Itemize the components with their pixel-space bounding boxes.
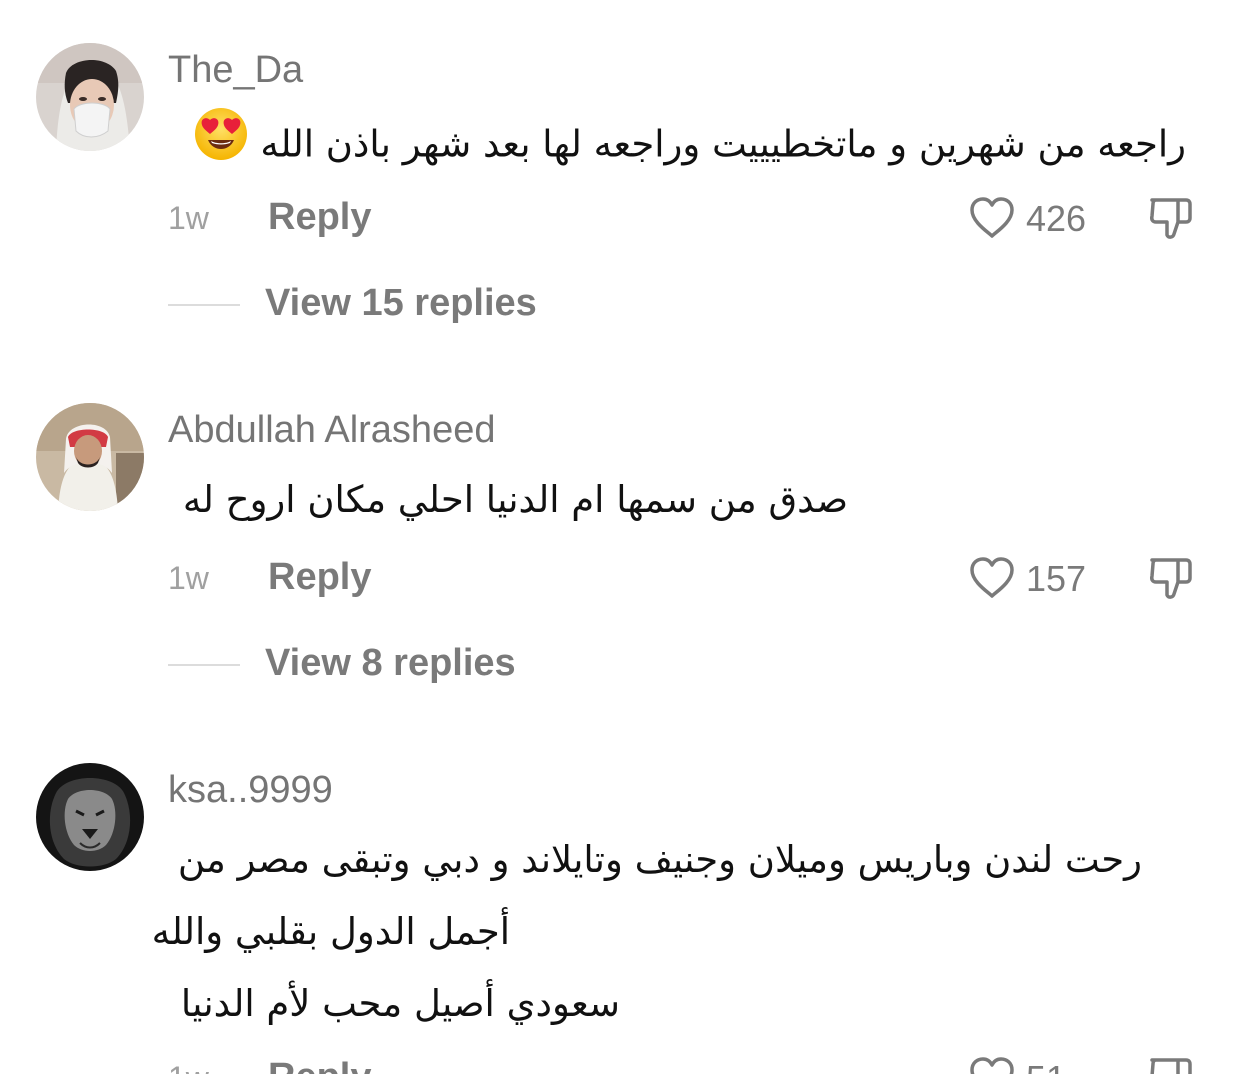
heart-eyes-emoji-icon xyxy=(193,106,249,186)
comment-username[interactable]: ksa..9999 xyxy=(168,768,333,812)
heart-outline-icon[interactable] xyxy=(968,1056,1016,1074)
avatar[interactable] xyxy=(36,43,144,151)
replies-divider xyxy=(168,304,240,306)
view-replies-row[interactable]: View 8 replies xyxy=(0,640,1242,690)
comment-username[interactable]: The_Da xyxy=(168,48,303,92)
view-replies-button[interactable]: View 8 replies xyxy=(265,642,516,685)
comment-meta: 1w Reply 157 xyxy=(0,552,1242,602)
thumbs-down-outline-icon[interactable] xyxy=(1146,194,1194,244)
comment-time: 1w xyxy=(168,200,209,236)
like-count: 426 xyxy=(1026,198,1087,239)
comment-text: صدق من سمها ام الدنيا احلي مكان اروح له xyxy=(168,464,848,536)
comments-page: The_Da راجعه من شهرين و ماتخطيييت وراجعه… xyxy=(0,0,1242,1074)
comment-username[interactable]: Abdullah Alrasheed xyxy=(168,408,495,452)
heart-outline-icon[interactable] xyxy=(968,556,1016,600)
avatar[interactable] xyxy=(36,763,144,871)
comment-text: سعودي أصيل محب لأم الدنيا xyxy=(170,968,620,1040)
comment-meta: 1w Reply 426 xyxy=(0,192,1242,242)
comment-text-line: سعودي أصيل محب لأم الدنيا xyxy=(180,982,620,1025)
reply-button[interactable]: Reply xyxy=(268,196,371,239)
comment-text-line: أجمل الدول بقلبي والله xyxy=(151,910,510,953)
like-count: 157 xyxy=(1026,558,1087,599)
view-replies-row[interactable]: View 15 replies xyxy=(0,280,1242,330)
comment-text-line: رحت لندن وباريس وميلان وجنيف وتايلاند و … xyxy=(177,838,1142,881)
like-count: 51 xyxy=(1026,1058,1066,1074)
avatar[interactable] xyxy=(36,403,144,511)
view-replies-button[interactable]: View 15 replies xyxy=(265,282,537,325)
comment-time: 1w xyxy=(168,1060,209,1074)
comment-text: راجعه من شهرين و ماتخطيييت وراجعه لها بع… xyxy=(168,106,1186,186)
comment-text-line: صدق من سمها ام الدنيا احلي مكان اروح له xyxy=(182,478,848,521)
heart-outline-icon[interactable] xyxy=(968,196,1016,240)
comment-text-line: راجعه من شهرين و ماتخطيييت وراجعه لها بع… xyxy=(260,122,1186,166)
reply-button[interactable]: Reply xyxy=(268,1056,371,1074)
comment-text: أجمل الدول بقلبي والله xyxy=(151,896,510,968)
replies-divider xyxy=(168,664,240,666)
comment-time: 1w xyxy=(168,560,209,596)
reply-button[interactable]: Reply xyxy=(268,556,371,599)
comment-meta: 1w Reply 51 xyxy=(0,1052,1242,1074)
thumbs-down-outline-icon[interactable] xyxy=(1146,1054,1194,1074)
comment-text: رحت لندن وباريس وميلان وجنيف وتايلاند و … xyxy=(168,824,1142,896)
thumbs-down-outline-icon[interactable] xyxy=(1146,554,1194,604)
